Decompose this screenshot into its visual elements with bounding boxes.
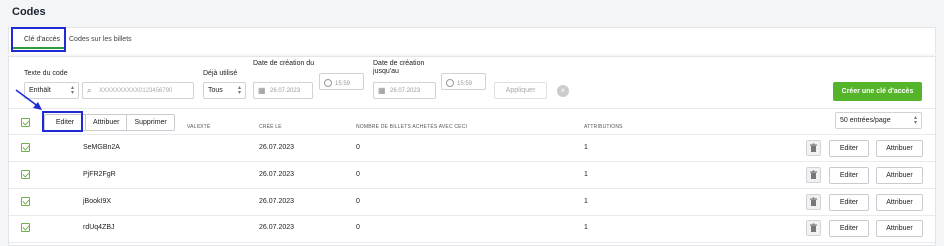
created-to-time-input[interactable]: 15:59 <box>441 73 486 90</box>
row-created: 26.07.2023 <box>259 144 295 151</box>
assign-row-button[interactable]: Attribuer <box>876 220 923 237</box>
row-tickets: 0 <box>356 198 360 205</box>
page-title: Codes <box>12 6 46 18</box>
created-to-date-input[interactable]: ▦ 26.07.2023 <box>373 82 436 99</box>
column-header-tickets: NOMBRE DE BILLETS ACHETÉS AVEC CECI <box>356 124 468 130</box>
delete-row-button[interactable] <box>806 220 821 236</box>
row-checkbox[interactable] <box>21 197 30 206</box>
apply-button[interactable]: Appliquer <box>494 82 547 99</box>
edit-row-button[interactable]: Editer <box>829 194 869 211</box>
divider <box>9 161 935 162</box>
created-to-time: 15:59 <box>457 81 473 87</box>
used-value: Tous <box>208 87 223 94</box>
delete-row-button[interactable] <box>806 167 821 183</box>
bulk-delete-button[interactable]: Supprimer <box>126 114 175 131</box>
clear-filters-icon[interactable]: × <box>557 85 569 97</box>
annotation-highlight-tab <box>11 27 66 52</box>
row-code: SeMGBn2A <box>83 144 120 151</box>
row-code: jBookI9X <box>83 198 112 205</box>
delete-row-button[interactable] <box>806 194 821 210</box>
code-search-placeholder: XXXXXXXXXX0123456790 <box>99 88 173 94</box>
created-from-time-input[interactable]: 15:59 <box>319 73 364 90</box>
delete-row-button[interactable] <box>806 140 821 156</box>
per-page-select[interactable]: 50 entrées/page ▴ ▾ <box>835 112 922 129</box>
search-icon: ⌕ <box>87 86 92 95</box>
trash-icon <box>810 143 817 152</box>
row-tickets: 0 <box>356 224 360 231</box>
divider <box>9 188 935 189</box>
select-all-checkbox[interactable] <box>21 118 30 127</box>
created-to-label: Date de création jusqu'au <box>373 60 425 75</box>
column-header-attributions: ATTRIBUTIONS <box>584 124 623 130</box>
row-checkbox[interactable] <box>21 223 30 232</box>
assign-row-button[interactable]: Attribuer <box>876 167 923 184</box>
row-tickets: 0 <box>356 171 360 178</box>
edit-row-button[interactable]: Editer <box>829 140 869 157</box>
row-created: 26.07.2023 <box>259 198 295 205</box>
created-from-date: 26.07.2023 <box>270 88 301 94</box>
calendar-icon: ▦ <box>378 86 386 95</box>
annotation-highlight-edit <box>42 111 83 132</box>
trash-icon <box>810 170 817 179</box>
divider <box>9 215 935 216</box>
row-attributions: 1 <box>584 144 588 151</box>
edit-row-button[interactable]: Editer <box>829 167 869 184</box>
codes-panel: Texte du code Enthält ▴ ▾ ⌕ XXXXXXXXXX012… <box>8 56 936 246</box>
divider <box>9 108 935 109</box>
used-label: Déjà utilisé <box>203 70 238 77</box>
clock-icon <box>446 79 454 87</box>
bulk-assign-button[interactable]: Attribuer <box>85 114 128 131</box>
row-checkbox[interactable] <box>21 143 30 152</box>
created-from-label: Date de création du <box>253 60 315 67</box>
sort-caret-icon: ▴ ▾ <box>70 85 74 96</box>
column-header-created: CRÉÉ LE <box>259 124 282 130</box>
assign-row-button[interactable]: Attribuer <box>876 194 923 211</box>
sort-caret-icon: ▴ ▾ <box>913 115 917 126</box>
row-attributions: 1 <box>584 198 588 205</box>
used-select[interactable]: Tous ▴ ▾ <box>203 82 246 99</box>
create-access-key-button[interactable]: Créer une clé d'accès <box>833 82 922 101</box>
edit-row-button[interactable]: Editer <box>829 220 869 237</box>
calendar-icon: ▦ <box>258 86 266 95</box>
created-from-date-input[interactable]: ▦ 26.07.2023 <box>253 82 313 99</box>
created-to-date: 26.07.2023 <box>390 88 421 94</box>
code-search-input[interactable]: ⌕ XXXXXXXXXX0123456790 <box>82 82 194 99</box>
annotation-arrow-icon <box>15 89 42 110</box>
code-text-label: Texte du code <box>24 70 68 77</box>
created-from-time: 15:59 <box>335 81 351 87</box>
sort-caret-icon: ▴ ▾ <box>237 85 241 96</box>
divider <box>9 242 935 243</box>
per-page-value: 50 entrées/page <box>840 117 891 124</box>
row-created: 26.07.2023 <box>259 224 295 231</box>
row-code: rdUq4ZBJ <box>83 224 115 231</box>
column-header-validity: VALIDITÉ <box>187 124 211 130</box>
row-attributions: 1 <box>584 224 588 231</box>
tabs-bar: Clé d'accès Codes sur les billets <box>8 27 936 54</box>
row-created: 26.07.2023 <box>259 171 295 178</box>
divider <box>9 134 935 135</box>
row-checkbox[interactable] <box>21 170 30 179</box>
row-attributions: 1 <box>584 171 588 178</box>
row-code: PjFR2FgR <box>83 171 116 178</box>
trash-icon <box>810 223 817 232</box>
clock-icon <box>324 79 332 87</box>
tab-ticket-codes[interactable]: Codes sur les billets <box>69 36 132 43</box>
trash-icon <box>810 197 817 206</box>
row-tickets: 0 <box>356 144 360 151</box>
assign-row-button[interactable]: Attribuer <box>876 140 923 157</box>
